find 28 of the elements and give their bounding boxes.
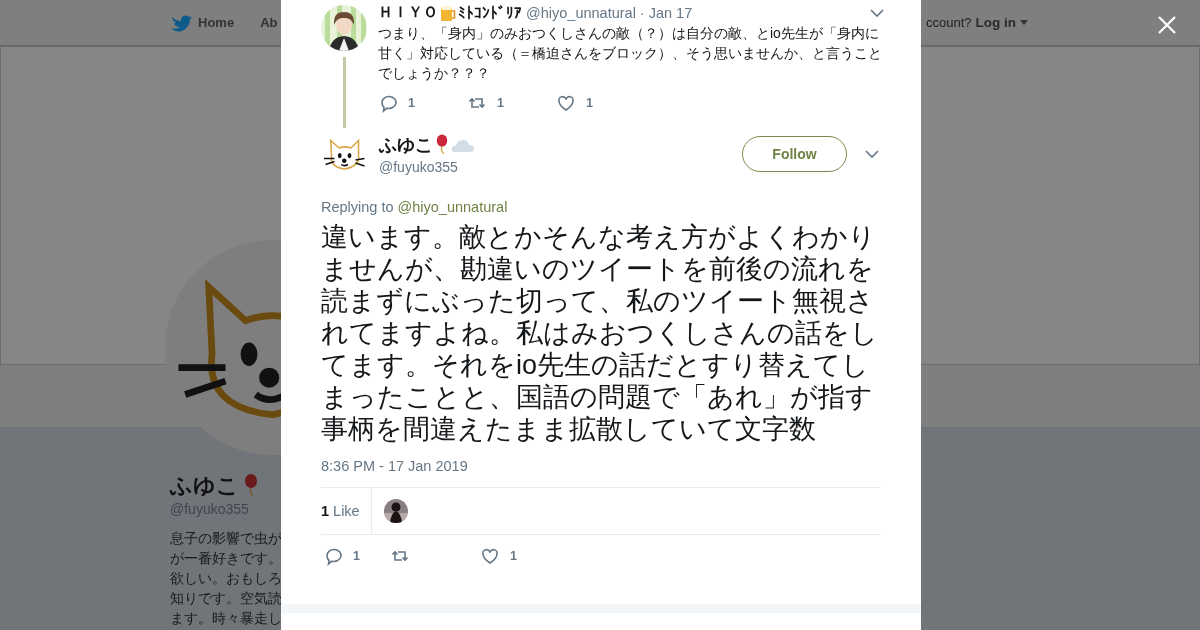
author-name: ﾐﾄｺﾝﾄﾞﾘｱ — [458, 4, 522, 21]
tweet-text: つまり、「身内」のみおつくしさんの敵（？）は自分の敵、とio先生が「身内に甘く」対応している（＝橋迫さんをブロック）、そう思いませんか、と言うことでしょうか？？？ — [378, 24, 883, 83]
author-name: ＨＩＹＯ — [378, 3, 438, 22]
replying-label: Replying to — [321, 199, 394, 215]
author-name[interactable]: ふゆこ — [379, 133, 433, 157]
author-handle[interactable]: @fuyuko355 — [379, 159, 475, 175]
like-label[interactable]: Like — [333, 503, 360, 519]
action-count: 1 — [353, 549, 360, 563]
bio-line: 知りです。空気読 — [170, 590, 282, 608]
login-link[interactable]: Log in — [975, 15, 1016, 30]
profile-name: ふゆこ — [170, 472, 239, 500]
action-count: 1 — [509, 549, 517, 563]
bio-line: 欲しい。おもしろ — [170, 570, 282, 588]
action-count: 1 — [585, 96, 593, 110]
follow-button[interactable]: Follow — [742, 136, 847, 172]
login-prompt: ccount? — [925, 15, 972, 30]
action-count: 1 — [496, 96, 504, 110]
nav-link[interactable]: Home — [170, 13, 235, 32]
timestamp[interactable]: 8:36 PM - 17 Jan 2019 — [321, 458, 881, 488]
author-handle[interactable]: @hiyo_unnatural — [526, 4, 636, 21]
nav-link[interactable]: Ab — [260, 13, 278, 32]
action-count: 1 — [408, 96, 415, 110]
like-count[interactable]: 1 — [321, 503, 330, 519]
tweet-date[interactable]: · Jan 17 — [639, 4, 693, 21]
bio-line: が一番好きです。 — [170, 550, 282, 568]
bio-line: ます。時々暴走し — [170, 610, 282, 628]
tweet-text: 違います。敵とかそんな考え方がよくわかりませんが、勘違いのツイートを前後の流れを読まずにぶった切って、私のツイート無視されてますよね。私はみおつくしさんの話をしてます。それをio先生の話だとすり替えてしまったことと、国語の問題で「あれ」が指す事柄を間違えたまま拡散していて文字数 — [321, 221, 879, 445]
mention-link[interactable]: @hiyo_unnatural — [397, 199, 508, 215]
